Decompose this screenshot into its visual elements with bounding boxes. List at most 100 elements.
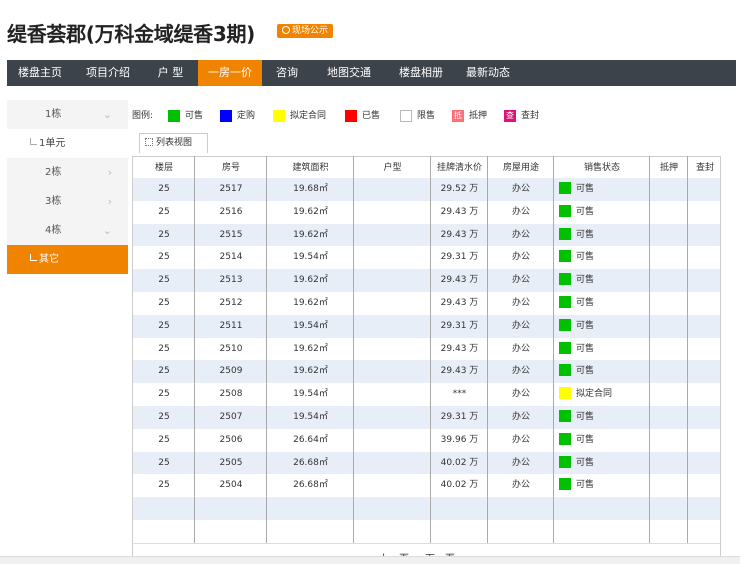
cell-type bbox=[354, 315, 431, 338]
nav-item-6[interactable]: 楼盘相册 bbox=[386, 60, 456, 86]
table-row: 25 2508 19.54㎡ *** 办公 拟定合同 bbox=[133, 383, 720, 406]
cell-area: 19.62㎡ bbox=[293, 275, 328, 286]
cell-area: 26.68㎡ bbox=[293, 480, 328, 491]
cell-area: 19.54㎡ bbox=[293, 320, 328, 331]
nav-item-1[interactable]: 项目介绍 bbox=[73, 60, 143, 86]
column-divider bbox=[194, 156, 195, 543]
cell-mortgage bbox=[650, 315, 688, 338]
cell-status: 可售 bbox=[554, 338, 650, 361]
tab-list-view[interactable]: 列表视图 bbox=[139, 133, 208, 153]
nav-item-7[interactable]: 最新动态 bbox=[456, 60, 520, 86]
cell-mortgage bbox=[650, 201, 688, 224]
status-text: 可售 bbox=[576, 229, 595, 240]
cell-status: 可售 bbox=[554, 292, 650, 315]
cell-type bbox=[354, 224, 431, 247]
cell-usage: 办公 bbox=[511, 343, 530, 354]
cell-status: 可售 bbox=[554, 474, 650, 497]
main-nav: 楼盘主页 项目介绍户 型一房一价 咨询 地图交通 楼盘相册 最新动态 bbox=[7, 60, 736, 86]
cell-room: 2509 bbox=[219, 366, 243, 377]
table-row: 25 2509 19.62㎡ 29.43 万 办公 可售 bbox=[133, 360, 720, 384]
sidebar-item-2[interactable]: 2栋 › bbox=[7, 158, 128, 187]
cell-usage: 办公 bbox=[511, 252, 530, 263]
status-text: 可售 bbox=[576, 480, 595, 491]
cell-status: 可售 bbox=[554, 178, 650, 201]
cell-status: 可售 bbox=[554, 429, 650, 452]
legend-swatch bbox=[168, 110, 180, 122]
status-text: 可售 bbox=[576, 297, 595, 308]
empty-row bbox=[133, 497, 720, 520]
cell-type bbox=[354, 338, 431, 361]
cell-type bbox=[354, 383, 431, 406]
legend-swatch: 抵 bbox=[452, 110, 464, 122]
cell-seized bbox=[688, 269, 722, 292]
cell-price: 29.43 万 bbox=[440, 229, 479, 240]
cell-mortgage bbox=[650, 383, 688, 406]
column-divider bbox=[687, 156, 688, 543]
cell-status: 可售 bbox=[554, 269, 650, 292]
cell-usage: 办公 bbox=[511, 480, 530, 491]
table-row: 25 2505 26.68㎡ 40.02 万 办公 可售 bbox=[133, 451, 720, 475]
sidebar-item-5[interactable]: 其它 bbox=[7, 245, 128, 274]
cell-mortgage bbox=[650, 406, 688, 429]
onsite-notice-badge[interactable]: 现场公示 bbox=[277, 24, 334, 38]
cell-seized bbox=[688, 292, 722, 315]
cell-area: 19.62㎡ bbox=[293, 297, 328, 308]
cell-seized bbox=[688, 474, 722, 497]
sidebar-item-label: 2栋 bbox=[45, 167, 62, 178]
table-row: 25 2513 19.62㎡ 29.43 万 办公 可售 bbox=[133, 269, 720, 292]
cell-area: 19.54㎡ bbox=[293, 411, 328, 422]
nav-item-5[interactable]: 地图交通 bbox=[312, 60, 386, 86]
chevron-right-icon: › bbox=[107, 195, 112, 208]
status-swatch bbox=[559, 364, 571, 377]
cell-floor: 25 bbox=[158, 366, 170, 377]
sidebar-item-label: 其它 bbox=[39, 254, 59, 265]
sidebar-item-0[interactable]: 1栋 ⌄ bbox=[7, 100, 128, 129]
cell-mortgage bbox=[650, 269, 688, 292]
cell-room: 2511 bbox=[219, 320, 243, 331]
tab-label: 列表视图 bbox=[156, 138, 193, 148]
status-text: 可售 bbox=[576, 411, 595, 422]
cell-type bbox=[354, 246, 431, 269]
status-swatch bbox=[559, 387, 571, 400]
nav-item-3[interactable]: 一房一价 bbox=[198, 60, 262, 86]
cell-floor: 25 bbox=[158, 275, 170, 286]
cell-room: 2507 bbox=[219, 411, 243, 422]
cell-usage: 办公 bbox=[511, 457, 530, 468]
cell-seized bbox=[688, 383, 722, 406]
nav-item-0[interactable]: 楼盘主页 bbox=[7, 60, 73, 86]
tree-line-icon bbox=[30, 254, 37, 261]
sidebar-item-3[interactable]: 3栋 › bbox=[7, 187, 128, 216]
status-swatch bbox=[559, 295, 571, 308]
column-header-1: 房号 bbox=[221, 163, 240, 173]
cell-status: 可售 bbox=[554, 224, 650, 247]
column-header-3: 户型 bbox=[383, 163, 402, 173]
cell-seized bbox=[688, 201, 722, 224]
sidebar-item-1[interactable]: 1单元 bbox=[7, 129, 128, 158]
cell-floor: 25 bbox=[158, 434, 170, 445]
legend-label: 图例: bbox=[132, 111, 154, 121]
grid-icon bbox=[145, 138, 153, 146]
table-row: 25 2506 26.64㎡ 39.96 万 办公 可售 bbox=[133, 429, 720, 452]
cell-area: 26.64㎡ bbox=[293, 434, 328, 445]
cell-usage: 办公 bbox=[511, 411, 530, 422]
cell-type bbox=[354, 360, 431, 383]
cell-mortgage bbox=[650, 429, 688, 452]
table-row: 25 2515 19.62㎡ 29.43 万 办公 可售 bbox=[133, 223, 722, 247]
cell-status: 可售 bbox=[554, 201, 650, 224]
cell-floor: 25 bbox=[158, 343, 170, 354]
cell-floor: 25 bbox=[158, 320, 170, 331]
status-swatch bbox=[559, 227, 571, 240]
status-swatch bbox=[559, 250, 571, 263]
column-header-5: 房屋用途 bbox=[502, 163, 539, 173]
nav-item-4[interactable]: 咨询 bbox=[262, 60, 312, 86]
status-text: 可售 bbox=[576, 275, 595, 286]
page-bottom-edge bbox=[0, 556, 740, 564]
cell-seized bbox=[688, 224, 722, 247]
sidebar-item-4[interactable]: 4栋 ⌄ bbox=[7, 216, 128, 245]
cell-type bbox=[354, 429, 431, 452]
nav-item-2[interactable]: 户 型 bbox=[143, 60, 198, 86]
cell-type bbox=[354, 178, 431, 201]
table-row: 25 2516 19.62㎡ 29.43 万 办公 可售 bbox=[133, 201, 720, 224]
column-divider bbox=[553, 156, 554, 543]
cell-status: 可售 bbox=[554, 246, 650, 269]
